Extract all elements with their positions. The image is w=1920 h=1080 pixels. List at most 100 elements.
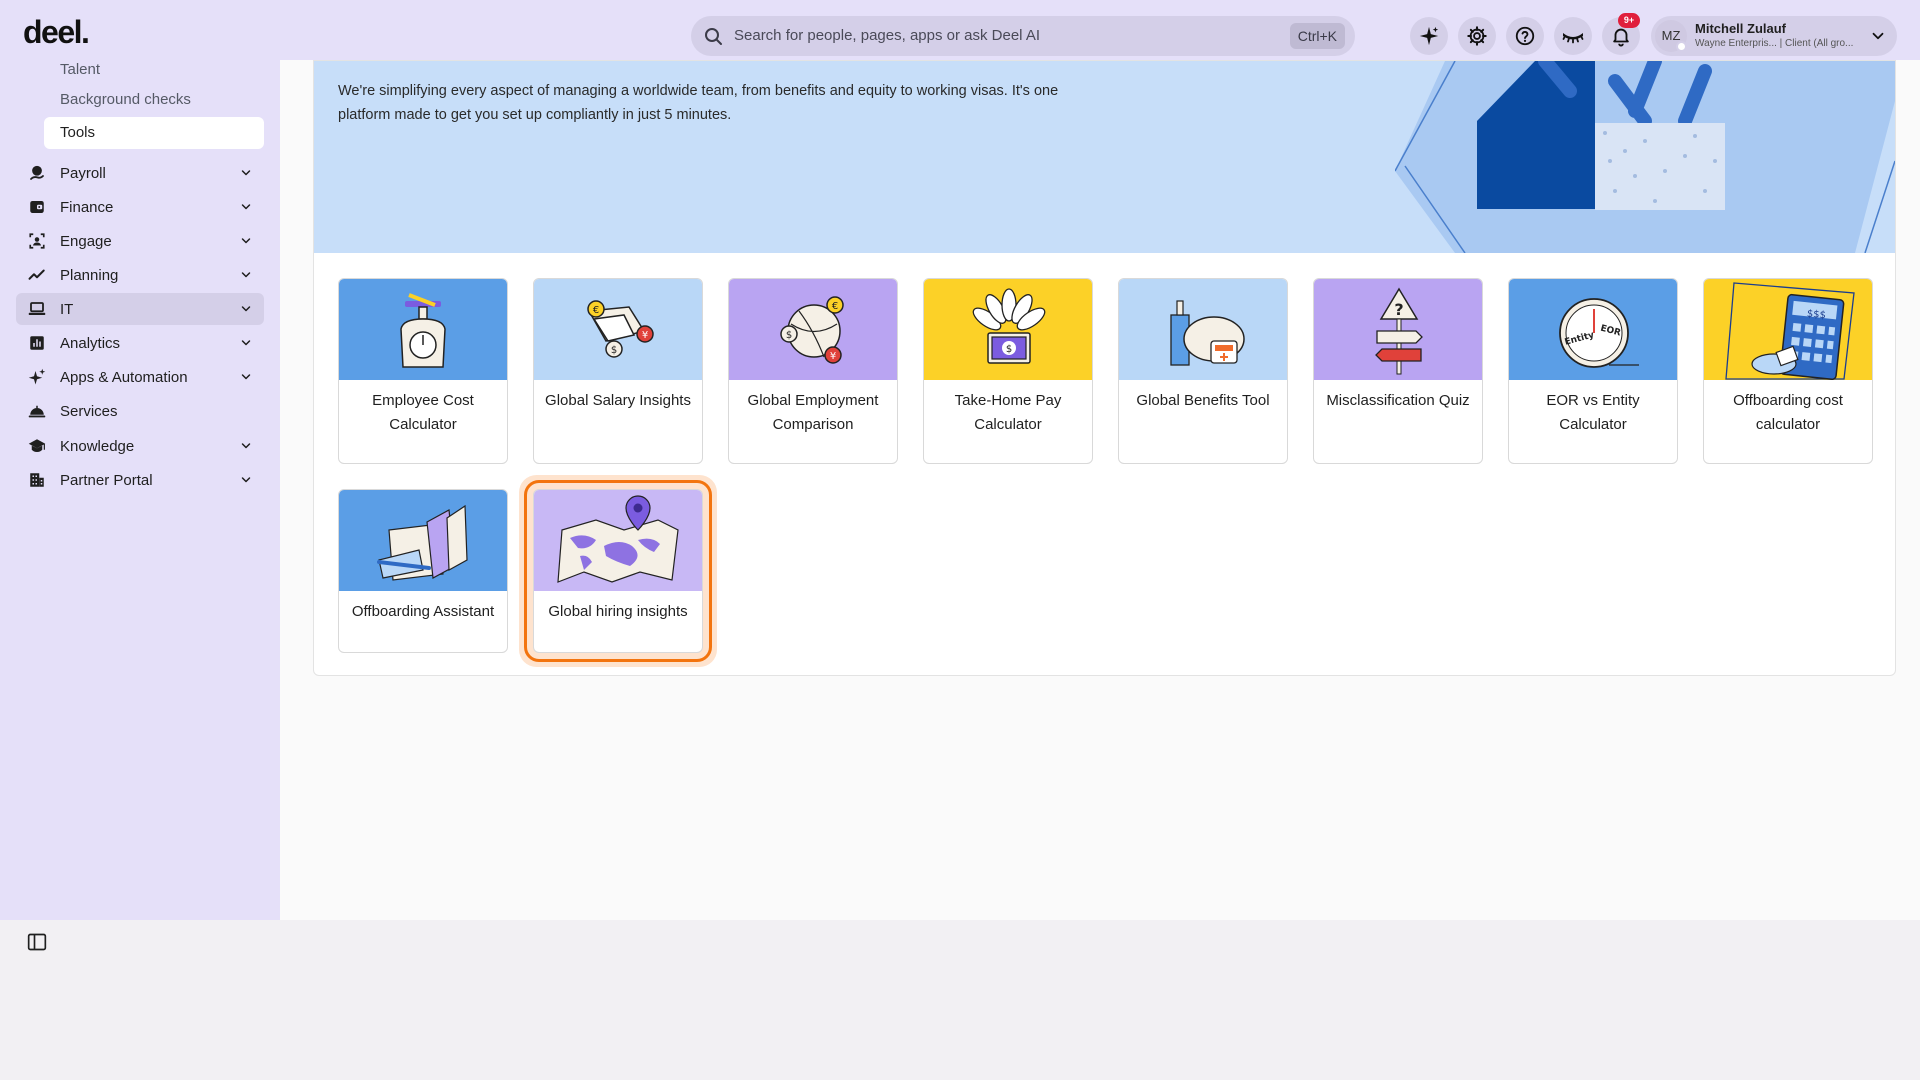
tool-image: $ [924, 279, 1092, 380]
yen-symbol: ¥ [642, 330, 648, 341]
euro-symbol: € [593, 305, 599, 316]
service-bell-icon [28, 405, 46, 418]
chevron-down-icon [241, 340, 251, 346]
help-icon [1515, 26, 1535, 46]
tool-label: Global hiring insights [548, 603, 688, 620]
bar-chart-icon [30, 336, 44, 350]
tool-label: Offboarding cost calculator [1733, 392, 1843, 433]
sidebar-item-payroll[interactable]: Payroll [16, 157, 264, 189]
sidebar-item-analytics[interactable]: Analytics [16, 327, 264, 359]
question-mark: ? [1394, 300, 1403, 319]
ai-sparkle-button[interactable] [1410, 17, 1448, 55]
sparkle-icon [1419, 26, 1439, 46]
banner-description: We're simplifying every aspect of managi… [338, 83, 1059, 123]
sidebar-item-planning[interactable]: Planning [16, 259, 264, 291]
sidebar-subitem-talent[interactable]: Talent [44, 54, 264, 86]
chevron-down-icon [241, 306, 251, 312]
tool-global-hiring-insights[interactable]: Global hiring insights [524, 480, 712, 662]
tool-label: Take-Home Pay Calculator [954, 392, 1062, 433]
search-shortcut: Ctrl+K [1289, 23, 1345, 49]
tool-global-employment-comparison[interactable]: € $ ¥ Global Employment Comparison [728, 278, 898, 464]
tool-take-home-pay-calculator[interactable]: $ Take-Home Pay Calculator [923, 278, 1093, 464]
sidebar-item-it[interactable]: IT [16, 293, 264, 325]
sidebar-item-finance[interactable]: Finance [16, 191, 264, 223]
tool-image: € ¥ $ [534, 279, 702, 380]
tool-label: Global Benefits Tool [1136, 392, 1270, 409]
sidebar-item-label: Services [60, 403, 118, 420]
globe-currency-icon: € $ ¥ [729, 279, 897, 380]
engage-icon [29, 233, 45, 249]
sparkle-icon [28, 368, 46, 385]
chevron-down-icon [241, 374, 251, 380]
bell-icon [1613, 28, 1629, 47]
user-name: Mitchell Zulauf [1695, 21, 1786, 36]
question-signpost-icon: ? [1314, 279, 1482, 380]
search-icon [705, 28, 722, 45]
sidebar-item-partner-portal[interactable]: Partner Portal [16, 464, 264, 496]
dollar-symbol: $ [1006, 344, 1012, 355]
tool-label: Misclassification Quiz [1326, 392, 1470, 409]
piggy-bank-icon [1119, 279, 1287, 380]
sidebar-item-label: Knowledge [60, 438, 135, 455]
tool-image [1119, 279, 1287, 380]
tool-global-benefits-tool[interactable]: Global Benefits Tool [1118, 278, 1288, 464]
dollar-symbol: $ [786, 330, 792, 341]
world-map-pin-icon [534, 490, 702, 591]
tool-label: Offboarding Assistant [351, 603, 495, 620]
tool-label: Global Employment Comparison [747, 392, 879, 433]
sidebar-item-knowledge[interactable]: Knowledge [16, 430, 264, 462]
privacy-mode-button[interactable] [1554, 17, 1592, 55]
sidebar-item-services[interactable]: Services [16, 395, 264, 427]
sidebar-item-label: Engage [60, 233, 112, 250]
tool-misclassification-quiz[interactable]: ? Misclassification Quiz [1313, 278, 1483, 464]
chevron-down-icon [1872, 32, 1884, 40]
tool-label: Employee Cost Calculator [372, 392, 474, 433]
tool-employee-cost-calculator[interactable]: Employee Cost Calculator [338, 278, 508, 464]
collapse-sidebar-icon[interactable] [27, 932, 47, 952]
search-bar[interactable]: Search for people, pages, apps or ask De… [691, 16, 1355, 56]
search-placeholder: Search for people, pages, apps or ask De… [734, 27, 1041, 44]
sidebar-subitem-background-checks[interactable]: Background checks [44, 84, 264, 116]
help-button[interactable] [1506, 17, 1544, 55]
calculator-icon: $$$ [1704, 279, 1872, 381]
building-icon [30, 473, 44, 487]
yen-symbol: ¥ [830, 351, 836, 362]
user-menu[interactable]: MZ Mitchell Zulauf Wayne Enterpris... | … [1651, 16, 1897, 56]
sidebar-item-label: Partner Portal [60, 472, 153, 489]
chevron-down-icon [241, 170, 251, 176]
price-label: $$$ [1806, 308, 1826, 321]
toolbox-illustration [1395, 61, 1895, 253]
scale-icon [339, 279, 507, 380]
sidebar-item-label: Analytics [60, 335, 121, 352]
tool-label: Global Salary Insights [545, 392, 691, 409]
sidebar-item-label: Apps & Automation [60, 369, 188, 386]
chevron-down-icon [241, 272, 251, 278]
trend-line-icon [28, 269, 45, 280]
tools-banner: We're simplifying every aspect of managi… [314, 61, 1895, 253]
tool-global-salary-insights[interactable]: € ¥ $ Global Salary Insights [533, 278, 703, 464]
notification-count-badge: 9+ [1618, 13, 1640, 28]
euro-symbol: € [832, 301, 838, 312]
sidebar-item-label: Finance [60, 199, 114, 216]
sidebar-subitem-tools[interactable]: Tools [44, 117, 264, 149]
tool-image: € $ ¥ [729, 279, 897, 380]
wallet-icon [30, 201, 44, 213]
settings-button[interactable] [1458, 17, 1496, 55]
sidebar-item-apps-automation[interactable]: Apps & Automation [16, 361, 264, 393]
eor-dial-icon: Entity EOR [1509, 279, 1677, 380]
chevron-down-icon [241, 477, 251, 483]
tool-image: $$$ [1704, 279, 1872, 381]
dollar-symbol: $ [611, 345, 617, 356]
laptop-icon [28, 302, 46, 315]
main-content: We're simplifying every aspect of managi… [280, 60, 1920, 920]
tool-offboarding-assistant[interactable]: Offboarding Assistant [338, 489, 508, 653]
tool-eor-vs-entity-calculator[interactable]: Entity EOR EOR vs Entity Calculator [1508, 278, 1678, 464]
sidebar-item-label: IT [60, 301, 74, 318]
graduation-cap-icon [28, 439, 46, 452]
tool-offboarding-cost-calculator[interactable]: $$$ Offboarding cost calculator [1703, 278, 1873, 464]
chevron-down-icon [241, 204, 251, 210]
eye-closed-icon [1562, 33, 1584, 44]
user-organization: Wayne Enterpris... | Client (All gro... [1695, 38, 1854, 49]
deel-logo[interactable]: deel. [23, 14, 90, 51]
sidebar-item-engage[interactable]: Engage [16, 225, 264, 257]
